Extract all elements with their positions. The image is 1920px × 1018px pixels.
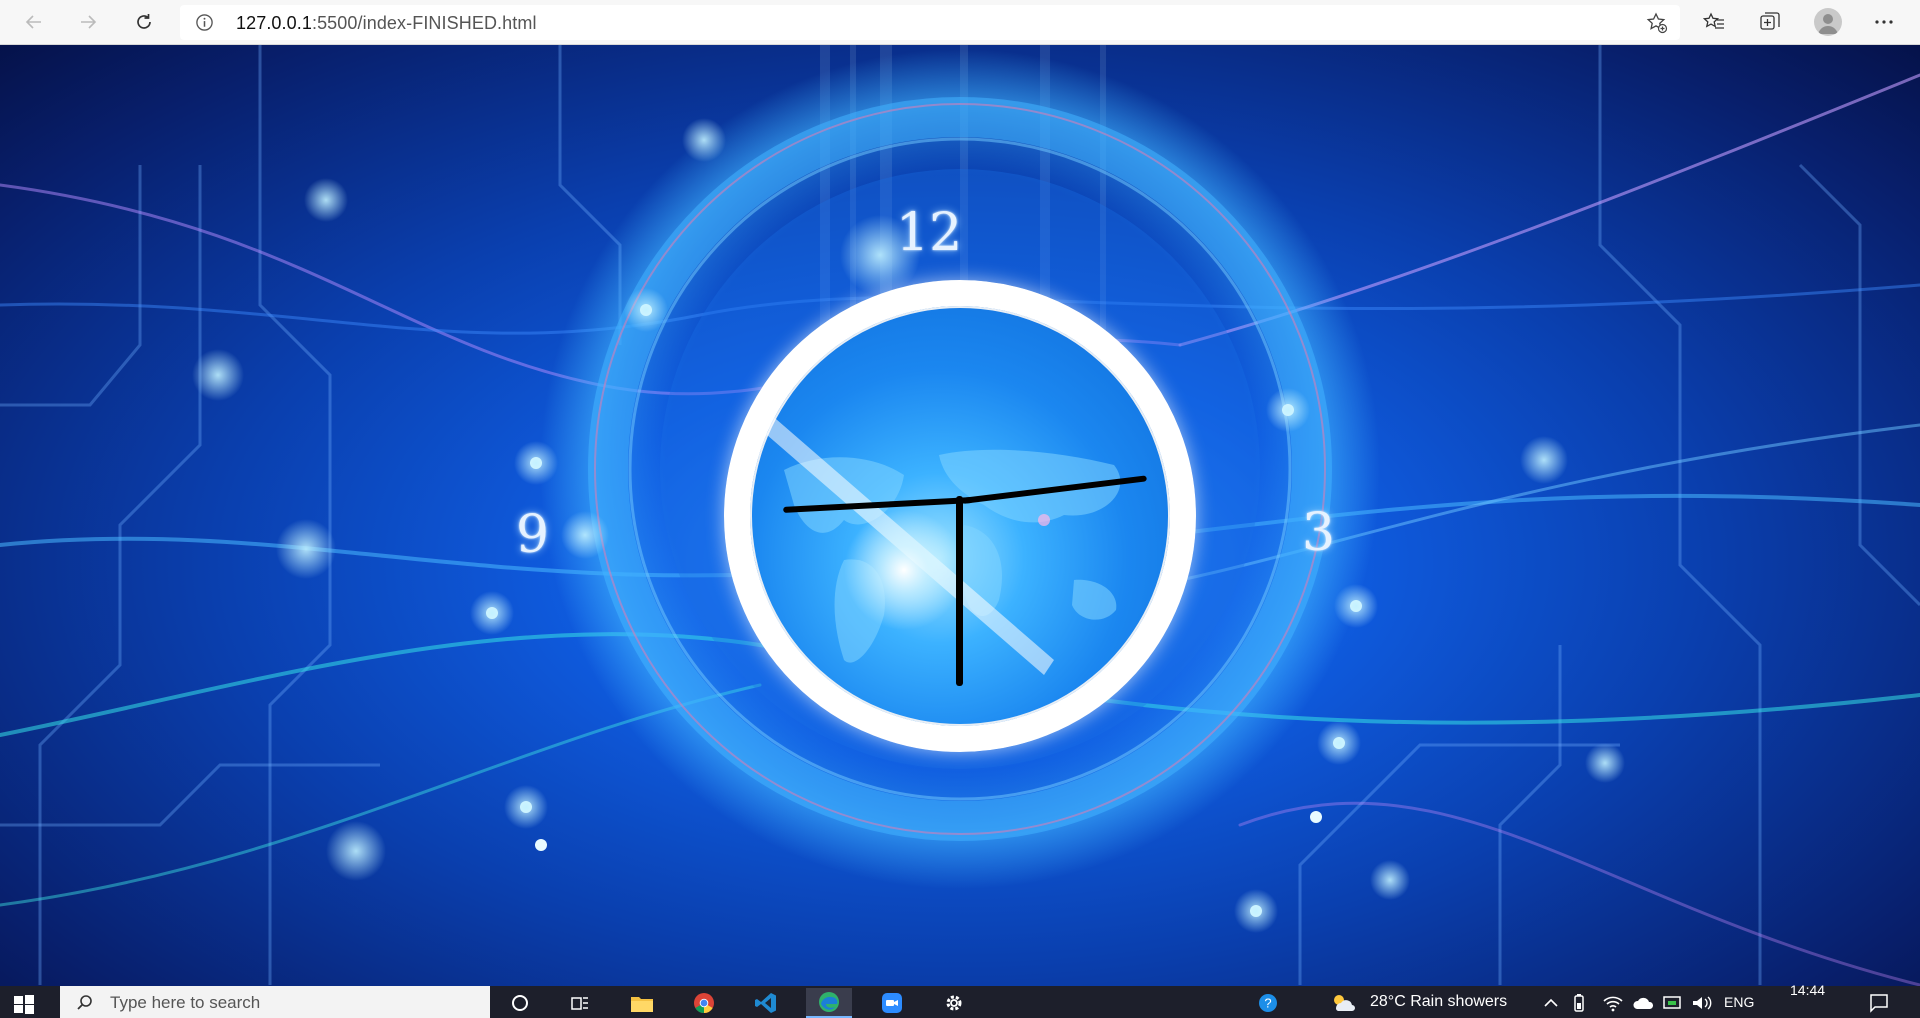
refresh-icon	[137, 14, 151, 29]
url-host: 127.0.0.1	[236, 13, 312, 33]
search-icon	[77, 995, 92, 1010]
info-icon[interactable]	[195, 13, 214, 32]
numeral-3: 3	[1302, 503, 1336, 563]
language-indicator[interactable]: ENG	[1724, 994, 1754, 1010]
numeral-9: 9	[516, 505, 550, 565]
favorites-icon	[1703, 12, 1724, 29]
chrome-icon	[694, 993, 714, 1014]
add-favorite-icon[interactable]	[1646, 12, 1668, 34]
profile-icon	[1818, 14, 1838, 34]
chrome-button[interactable]	[684, 988, 724, 1018]
cortana-button[interactable]	[500, 988, 540, 1018]
battery-icon[interactable]	[1572, 993, 1586, 1013]
onedrive-icon[interactable]	[1632, 994, 1656, 1012]
clock-time[interactable]: 14:44	[1790, 982, 1825, 998]
settings-icon	[946, 995, 962, 1011]
more-icon	[1875, 20, 1893, 24]
analog-clock	[724, 280, 1196, 752]
forward-button[interactable]	[74, 8, 102, 36]
edge-button[interactable]	[806, 988, 852, 1018]
task-view-icon	[571, 997, 588, 1010]
wifi-icon[interactable]	[1602, 993, 1624, 1013]
search-placeholder: Type here to search	[110, 993, 261, 1012]
weather-text[interactable]: 28°C Rain showers	[1370, 993, 1507, 1011]
zoom-icon	[882, 993, 902, 1013]
url-path: :5500/index-FINISHED.html	[311, 13, 537, 33]
forward-icon	[81, 15, 97, 29]
windows-start-icon[interactable]	[12, 992, 36, 1016]
numeral-12: 12	[896, 203, 963, 263]
edge-icon	[819, 992, 839, 1012]
file-explorer-button[interactable]	[622, 988, 662, 1018]
browser-toolbar: 127.0.0.1:5500/index-FINISHED.html	[0, 0, 1920, 45]
back-button[interactable]	[20, 8, 48, 36]
cortana-icon	[512, 995, 528, 1011]
svg-text:?: ?	[1264, 996, 1271, 1011]
weather-icon[interactable]	[1330, 992, 1356, 1014]
taskbar-search[interactable]: Type here to search	[60, 986, 490, 1018]
zoom-button[interactable]	[872, 988, 912, 1018]
collections-button[interactable]	[1756, 8, 1784, 36]
back-icon	[25, 15, 41, 29]
vscode-icon	[755, 993, 776, 1013]
favorites-button[interactable]	[1700, 8, 1728, 36]
task-view-button[interactable]	[560, 988, 600, 1018]
hour-hand	[956, 496, 963, 686]
notifications-icon[interactable]	[1868, 992, 1890, 1014]
profile-button[interactable]	[1814, 8, 1842, 36]
show-hidden-icon[interactable]	[1542, 994, 1560, 1012]
collections-icon	[1760, 12, 1780, 30]
address-bar[interactable]: 127.0.0.1:5500/index-FINISHED.html	[180, 5, 1680, 40]
settings-button[interactable]	[934, 988, 974, 1018]
url-text[interactable]: 127.0.0.1:5500/index-FINISHED.html	[236, 13, 537, 34]
refresh-button[interactable]	[130, 8, 158, 36]
volume-icon[interactable]	[1690, 994, 1712, 1012]
help-button[interactable]: ?	[1248, 988, 1288, 1018]
help-icon: ?	[1259, 994, 1277, 1012]
more-button[interactable]	[1870, 8, 1898, 36]
file-explorer-icon	[631, 997, 653, 1012]
network-icon[interactable]	[1662, 994, 1684, 1012]
windows-taskbar: Type here to search ? 28°C Rain showers …	[0, 982, 1920, 1018]
clock-page: 12 3 9	[0, 45, 1920, 986]
vscode-button[interactable]	[746, 988, 786, 1018]
